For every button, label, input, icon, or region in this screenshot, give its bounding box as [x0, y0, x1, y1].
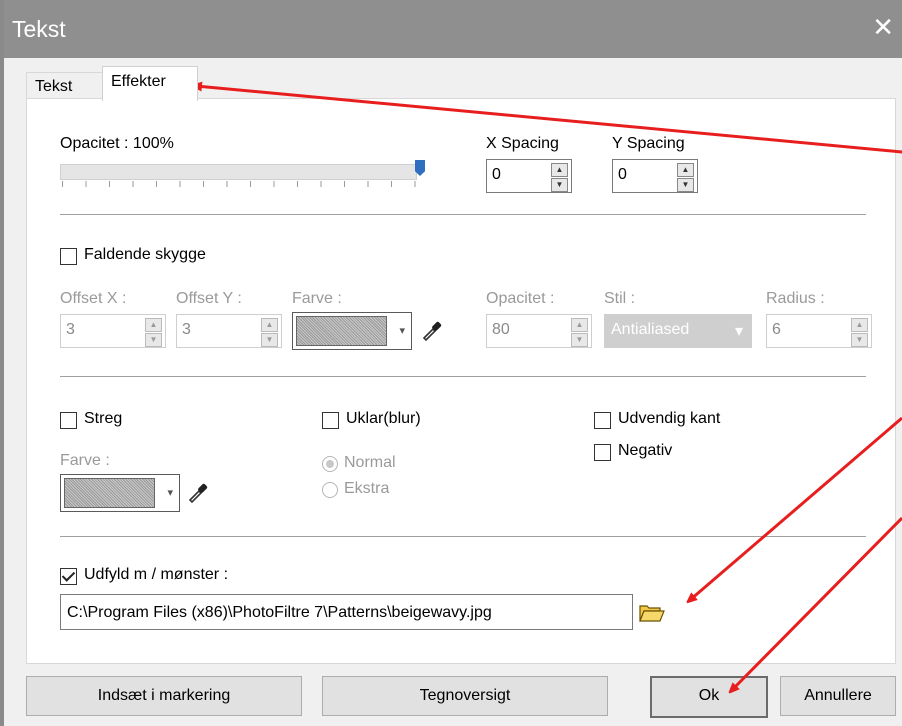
separator — [60, 376, 866, 377]
tab-tekst[interactable]: Tekst — [26, 72, 110, 101]
shadow-opacity-value: 80 — [492, 321, 510, 338]
shadow-style-select[interactable]: Antialiased ▾ — [604, 314, 752, 348]
shadow-checkbox[interactable] — [60, 248, 77, 265]
dialog: Tekst ✕ Tekst Effekter Opacitet : 100% X… — [4, 0, 902, 726]
shadow-checkbox-label: Faldende skygge — [84, 246, 206, 263]
negative-checkbox[interactable] — [594, 444, 611, 461]
blur-checkbox[interactable] — [322, 412, 339, 429]
insert-in-selection-button[interactable]: Indsæt i markering — [26, 676, 302, 716]
offset-x-input[interactable]: 3 ▲ ▼ — [60, 314, 166, 348]
chevron-down-icon: ▾ — [734, 323, 743, 340]
spin-up-icon[interactable]: ▲ — [551, 163, 568, 177]
shadow-color-picker[interactable]: ▾ — [292, 312, 412, 350]
color-swatch — [296, 316, 387, 346]
x-spacing-label: X Spacing — [486, 135, 559, 152]
radius-value: 6 — [772, 321, 781, 338]
shadow-style-value: Antialiased — [611, 321, 690, 338]
y-spacing-label: Y Spacing — [612, 135, 685, 152]
outer-edge-checkbox[interactable] — [594, 412, 611, 429]
spin-down-icon[interactable]: ▼ — [677, 178, 694, 192]
blur-checkbox-label: Uklar(blur) — [346, 410, 421, 427]
spin-up-icon[interactable]: ▲ — [677, 163, 694, 177]
spin-up-icon[interactable]: ▲ — [145, 318, 162, 332]
radius-input[interactable]: 6 ▲ ▼ — [766, 314, 872, 348]
stroke-color-label: Farve : — [60, 452, 110, 469]
radius-label: Radius : — [766, 290, 825, 307]
stroke-checkbox[interactable] — [60, 412, 77, 429]
spin-down-icon[interactable]: ▼ — [551, 178, 568, 192]
opacity-slider-track[interactable] — [60, 164, 417, 180]
pattern-path-input[interactable]: C:\Program Files (x86)\PhotoFiltre 7\Pat… — [60, 594, 633, 630]
stroke-checkbox-label: Streg — [84, 410, 123, 427]
separator — [60, 214, 866, 215]
y-spacing-input[interactable]: 0 ▲ ▼ — [612, 159, 698, 193]
offset-y-label: Offset Y : — [176, 290, 242, 307]
outer-edge-label: Udvendig kant — [618, 410, 721, 427]
offset-x-label: Offset X : — [60, 290, 127, 307]
x-spacing-input[interactable]: 0 ▲ ▼ — [486, 159, 572, 193]
x-spacing-value: 0 — [492, 166, 501, 183]
spin-down-icon[interactable]: ▼ — [571, 333, 588, 347]
title-bar: Tekst ✕ — [4, 0, 902, 58]
eyedropper-icon[interactable] — [420, 318, 444, 342]
offset-y-input[interactable]: 3 ▲ ▼ — [176, 314, 282, 348]
cancel-button[interactable]: Annullere — [780, 676, 896, 716]
negative-label: Negativ — [618, 442, 673, 459]
spin-up-icon[interactable]: ▲ — [571, 318, 588, 332]
blur-extra-radio[interactable] — [322, 482, 338, 498]
blur-extra-label: Ekstra — [344, 480, 390, 497]
color-swatch — [64, 478, 155, 508]
shadow-color-label: Farve : — [292, 290, 342, 307]
blur-normal-radio[interactable] — [322, 456, 338, 472]
eyedropper-icon[interactable] — [186, 480, 210, 504]
shadow-opacity-input[interactable]: 80 ▲ ▼ — [486, 314, 592, 348]
stroke-color-picker[interactable]: ▾ — [60, 474, 180, 512]
spin-down-icon[interactable]: ▼ — [145, 333, 162, 347]
character-map-button[interactable]: Tegnoversigt — [322, 676, 608, 716]
y-spacing-value: 0 — [618, 166, 627, 183]
spin-up-icon[interactable]: ▲ — [851, 318, 868, 332]
spin-down-icon[interactable]: ▼ — [261, 333, 278, 347]
ok-button[interactable]: Ok — [650, 676, 768, 718]
blur-normal-label: Normal — [344, 454, 396, 471]
chevron-down-icon: ▾ — [399, 325, 405, 337]
fill-pattern-label: Udfyld m / mønster : — [84, 566, 229, 583]
shadow-style-label: Stil : — [604, 290, 636, 307]
chevron-down-icon: ▾ — [167, 487, 173, 499]
open-folder-icon[interactable] — [638, 600, 666, 624]
spin-down-icon[interactable]: ▼ — [851, 333, 868, 347]
fill-pattern-checkbox[interactable] — [60, 568, 77, 585]
opacity-label: Opacitet : 100% — [60, 135, 174, 152]
offset-x-value: 3 — [66, 321, 75, 338]
spin-up-icon[interactable]: ▲ — [261, 318, 278, 332]
tab-effekter[interactable]: Effekter — [102, 66, 198, 101]
window-title: Tekst — [12, 16, 66, 42]
slider-ticks — [62, 181, 422, 187]
shadow-opacity-label: Opacitet : — [486, 290, 555, 307]
close-icon[interactable]: ✕ — [872, 14, 894, 40]
offset-y-value: 3 — [182, 321, 191, 338]
separator — [60, 536, 866, 537]
